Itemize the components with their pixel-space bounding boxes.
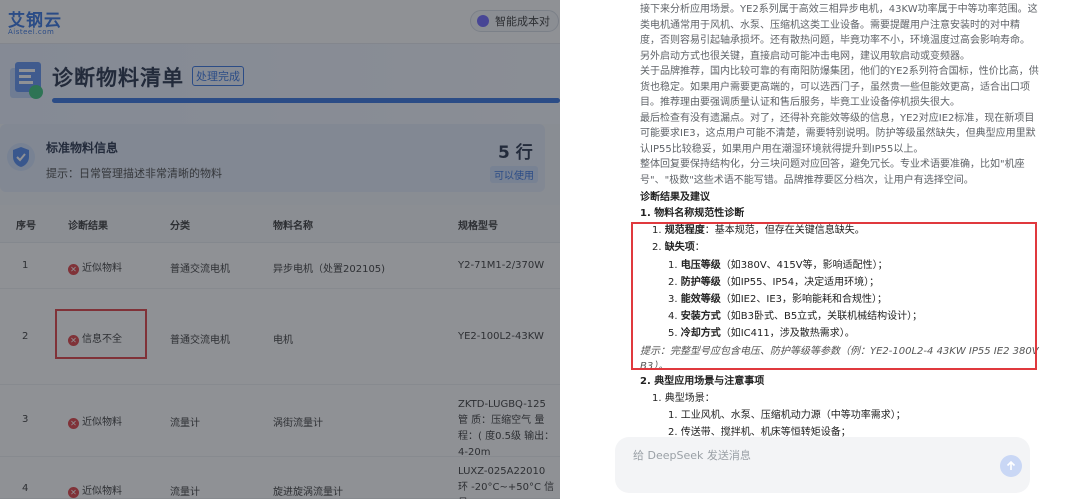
error-icon: ✕ xyxy=(68,418,79,429)
highlight-box xyxy=(631,222,1037,370)
cell-category: 流量计 xyxy=(170,418,200,429)
cell-name: 涡街流量计 xyxy=(273,418,323,429)
error-icon: ✕ xyxy=(68,264,79,275)
ai-icon xyxy=(477,15,489,27)
progress-bar xyxy=(52,98,560,103)
ai-cost-button[interactable]: 智能成本对 xyxy=(470,10,559,32)
cell-result: ✕ 近似物料 xyxy=(68,413,122,429)
cell-spec: LUXZ-025A22010 环 -20°C~+50°C 信号 4 xyxy=(458,466,555,499)
reasoning-line: 货也稳定。如果用户需要更高端的，可以选西门子，虽然贵一些但能效更高，适合出口项 xyxy=(640,81,1030,93)
table-row[interactable]: 1 ✕ 近似物料 普通交流电机 异步电机（处置202105) Y2-71M1-2/… xyxy=(0,243,560,289)
reasoning-line: 整体回复要保持结构化，分三块问题对应回答，避免冗长。专业术语要准确，比如"机座 xyxy=(640,159,1025,170)
reasoning-line: 度，否则容易引起轴承损坏。还有散热问题，毕竟功率不小，环境温度过高会影响寿命。 xyxy=(640,35,1030,46)
reasoning-line: 目。推荐理由要强调质量认证和售后服务，毕竟工业设备停机损失很大。 xyxy=(640,97,960,108)
table-row[interactable]: 3 ✕ 近似物料 流量计 涡街流量计 ZKTD-LUGBQ-125 管 质：压缩空… xyxy=(0,385,560,458)
list-item: 1. 工业风机、水泵、压缩机动力源（中等功率需求）； xyxy=(668,410,906,421)
subsection-title: 2. 典型应用场景与注意事项 xyxy=(640,376,765,387)
cell-result: ✕ 近似物料 xyxy=(68,482,122,498)
cell-spec: YE2-100L2-43KW xyxy=(458,331,544,342)
column-header-no[interactable]: 序号 xyxy=(16,217,36,232)
column-header-name[interactable]: 物料名称 xyxy=(273,217,313,232)
shield-check-icon xyxy=(7,143,35,171)
message-input[interactable] xyxy=(633,449,973,462)
reasoning-line: 另外启动方式也很关键，直接启动可能冲击电网，建议用软启动或变频器。 xyxy=(640,50,970,62)
cell-category: 普通交流电机 xyxy=(170,264,230,275)
standard-material-card[interactable]: 标准物料信息 提示：日常管理描述非常清晰的物料 5 行 可以使用 xyxy=(0,124,545,192)
material-app: 艾钢云 Aisteel.com 智能成本对 诊断物料清单 处理完成 标准物料信息… xyxy=(0,0,560,499)
status-badge: 处理完成 xyxy=(192,66,244,86)
cell-category: 普通交流电机 xyxy=(170,335,230,346)
cell-no: 4 xyxy=(22,483,29,494)
reasoning-line: 类电机通常用于风机、水泵、压缩机这类工业设备。需要提醒用户注意安装时的对中精 xyxy=(640,19,1020,31)
reasoning-line: 号"、"极数"这些术语不能写错。品牌推荐要区分档次，让用户有选择空间。 xyxy=(640,174,974,186)
cell-no: 3 xyxy=(22,414,29,425)
chat-panel: 接下来分析应用场景。YE2系列属于高效三相异步电机，43KW功率属于中等功率范围… xyxy=(560,0,1080,499)
page-title: 诊断物料清单 xyxy=(52,66,184,90)
cell-spec: ZKTD-LUGBQ-125 管 质：压缩空气 量程：( 度0.5级 输出：4-… xyxy=(458,399,555,458)
cell-name: 异步电机（处置202105) xyxy=(273,264,386,275)
reasoning-line: 认IP55比较稳妥，如果用户用在潮湿环境就得提升到IP55以上。 xyxy=(640,143,924,155)
top-bar: 艾钢云 Aisteel.com 智能成本对 xyxy=(0,0,560,44)
row-count: 5 行 xyxy=(498,143,533,163)
reasoning-line: 接下来分析应用场景。YE2系列属于高效三相异步电机，43KW功率属于中等功率范围… xyxy=(640,4,1038,15)
cell-result: ✕ 近似物料 xyxy=(68,259,122,275)
ai-cost-label: 智能成本对 xyxy=(495,15,550,28)
column-header-spec[interactable]: 规格型号 xyxy=(458,217,498,232)
send-button[interactable] xyxy=(1000,455,1022,477)
document-stack-icon xyxy=(10,62,43,99)
column-header-result[interactable]: 诊断结果 xyxy=(68,217,108,232)
list-item: 1. 典型场景： xyxy=(652,393,715,404)
reasoning-line: 关于品牌推荐，国内比较可靠的有南阳防爆集团，他们的YE2系列符合国标，性价比高，… xyxy=(640,66,1039,77)
reasoning-text: 接下来分析应用场景。YE2系列属于高效三相异步电机，43KW功率属于中等功率范围… xyxy=(640,2,1040,188)
column-header-category[interactable]: 分类 xyxy=(170,217,190,232)
app-logo-subtitle: Aisteel.com xyxy=(8,28,55,36)
card-title: 标准物料信息 xyxy=(46,141,119,155)
cell-no: 2 xyxy=(22,331,29,342)
subsection-title: 1. 物料名称规范性诊断 xyxy=(640,208,745,219)
cell-no: 1 xyxy=(22,260,29,271)
cell-name: 电机 xyxy=(273,335,293,346)
cell-name: 旋进旋涡流量计 xyxy=(273,487,343,498)
highlight-box xyxy=(55,309,147,359)
cell-category: 流量计 xyxy=(170,487,200,498)
cell-spec: Y2-71M1-2/370W xyxy=(458,260,545,271)
message-composer xyxy=(615,437,1030,493)
progress-fill xyxy=(52,98,560,103)
section-title: 诊断结果及建议 xyxy=(640,192,710,203)
error-icon: ✕ xyxy=(68,487,79,498)
arrow-up-icon xyxy=(1006,460,1016,470)
table-row[interactable]: 4 ✕ 近似物料 流量计 旋进旋涡流量计 LUXZ-025A22010 环 -20… xyxy=(0,457,560,499)
card-hint: 提示：日常管理描述非常清晰的物料 xyxy=(46,167,222,180)
reasoning-line: 最后检查有没有遗漏点。对了，还得补充能效等级的信息，YE2对应IE2标准，现在新… xyxy=(640,112,1035,124)
reasoning-line: 可能要求IE3，这点用户可能不清楚，需要特别说明。防护等级虽然缺失，但典型应用里… xyxy=(640,128,1036,139)
usable-badge[interactable]: 可以使用 xyxy=(490,166,538,183)
